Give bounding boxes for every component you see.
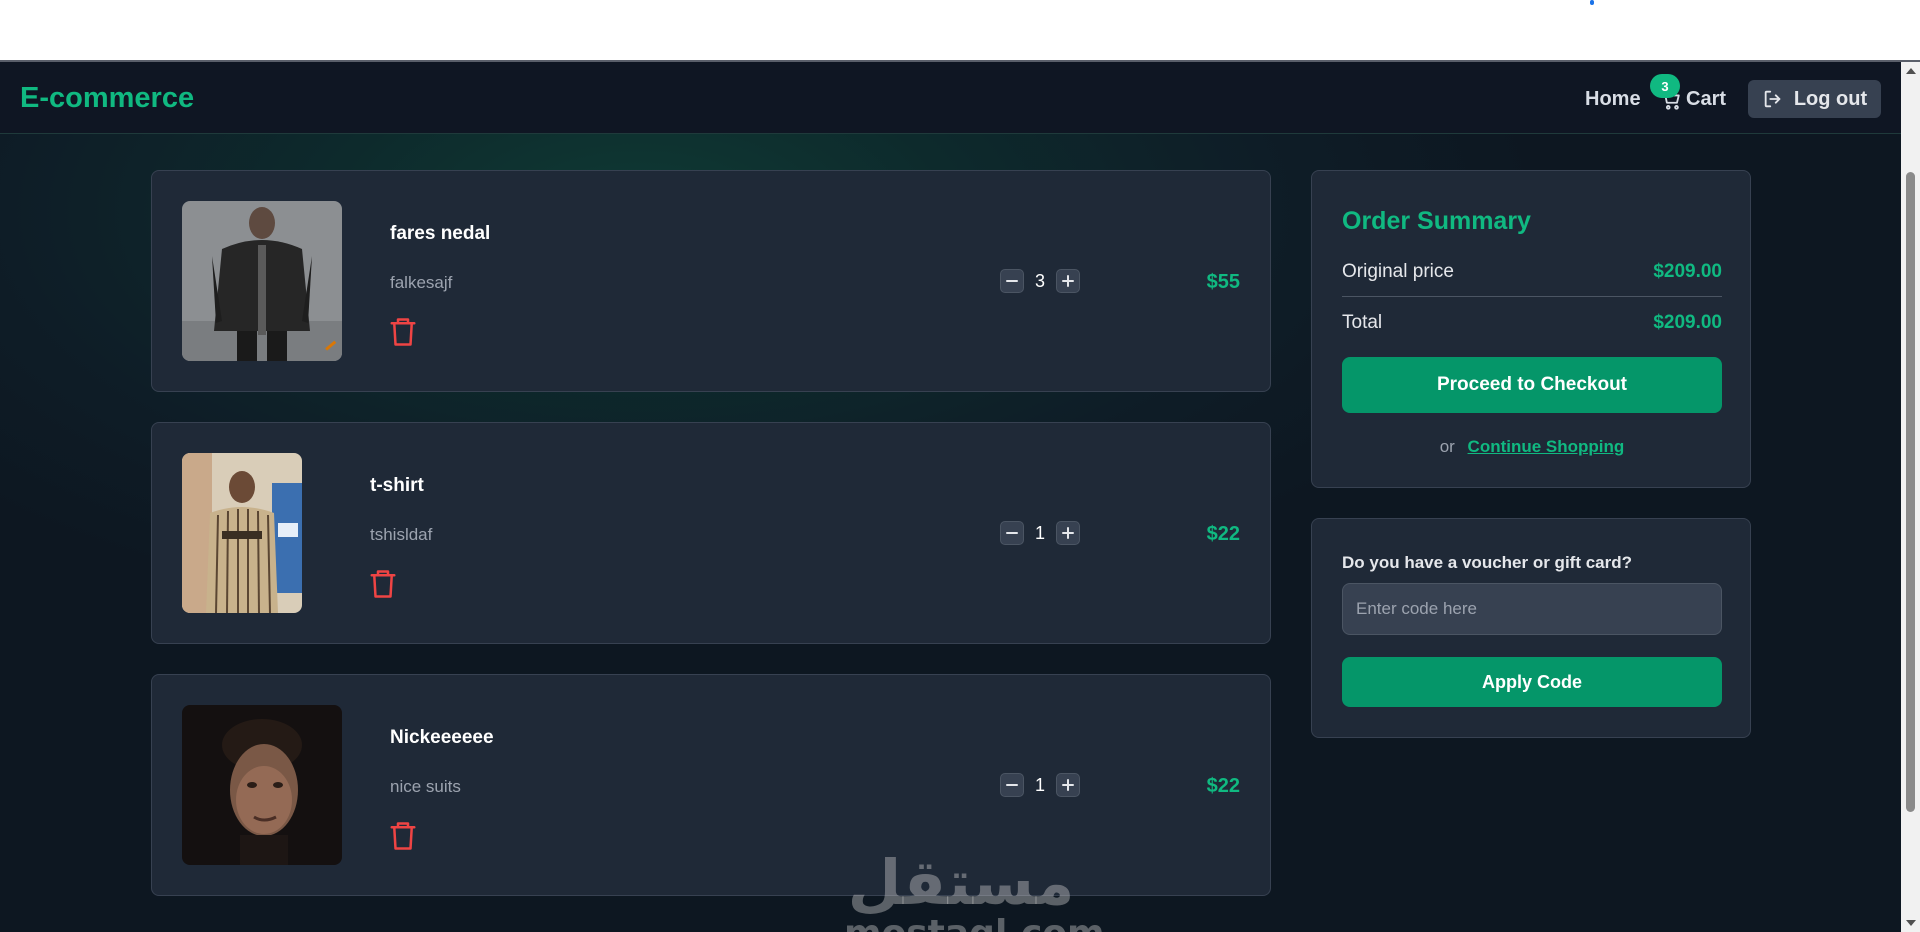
quantity-value: 3	[1034, 270, 1045, 291]
original-price-value: $209.00	[1653, 261, 1722, 282]
or-label: or	[1439, 437, 1455, 456]
item-description: falkesajf	[390, 273, 453, 292]
apply-code-button[interactable]: Apply Code	[1342, 657, 1722, 707]
scroll-thumb[interactable]	[1906, 172, 1915, 812]
brand-logo[interactable]: E-commerce	[20, 82, 194, 115]
watermark-arabic: مستقل	[847, 846, 1075, 919]
product-image	[182, 201, 342, 361]
minus-icon	[1006, 280, 1018, 282]
total-value: $209.00	[1653, 312, 1722, 333]
item-price: $22	[1206, 523, 1240, 545]
app-root: E-commerce Home Cart 3 Log out fares ned…	[0, 62, 1901, 932]
cart-count-badge: 3	[1650, 74, 1680, 98]
plus-icon	[1062, 779, 1074, 791]
vertical-scrollbar[interactable]	[1901, 62, 1920, 932]
summary-divider	[1342, 296, 1722, 297]
navbar: E-commerce Home Cart 3 Log out	[0, 62, 1901, 134]
product-image	[182, 453, 302, 613]
item-description: tshisldaf	[370, 525, 433, 544]
loading-dot	[1590, 0, 1594, 5]
checkout-button[interactable]: Proceed to Checkout	[1342, 357, 1722, 413]
original-price-row: Original price $209.00	[1342, 261, 1722, 283]
browser-top-strip	[0, 0, 1920, 62]
decrease-button[interactable]	[1000, 521, 1024, 545]
item-price: $22	[1206, 775, 1240, 797]
logout-icon	[1764, 90, 1781, 108]
plus-icon	[1062, 527, 1074, 539]
total-label: Total	[1342, 312, 1383, 333]
cart-item: Nickeeeeee nice suits 1 $22	[151, 674, 1271, 896]
original-price-label: Original price	[1342, 261, 1454, 282]
minus-icon	[1006, 532, 1018, 534]
decrease-button[interactable]	[1000, 773, 1024, 797]
continue-shopping-row: or Continue Shopping	[1312, 437, 1752, 457]
item-name: Nickeeeeee	[390, 727, 494, 748]
product-image	[182, 705, 342, 865]
increase-button[interactable]	[1056, 521, 1080, 545]
order-summary-title: Order Summary	[1342, 207, 1531, 235]
cart-item: fares nedal falkesajf 3 $55	[151, 170, 1271, 392]
minus-icon	[1006, 784, 1018, 786]
item-description: nice suits	[390, 777, 461, 796]
continue-shopping-link[interactable]: Continue Shopping	[1468, 437, 1625, 456]
decrease-button[interactable]	[1000, 269, 1024, 293]
total-row: Total $209.00	[1342, 312, 1722, 334]
voucher-label: Do you have a voucher or gift card?	[1342, 553, 1633, 572]
trash-icon[interactable]	[388, 819, 418, 853]
quantity-stepper: 1	[1000, 521, 1080, 545]
item-name: fares nedal	[390, 223, 491, 244]
plus-icon	[1062, 275, 1074, 287]
item-price: $55	[1206, 271, 1240, 293]
mostaql-watermark: مستقل mostaql.com	[844, 846, 1105, 932]
order-summary-card: Order Summary Original price $209.00 Tot…	[1311, 170, 1751, 488]
logout-label: Log out	[1793, 87, 1868, 110]
quantity-stepper: 1	[1000, 773, 1080, 797]
trash-icon[interactable]	[388, 315, 418, 349]
increase-button[interactable]	[1056, 773, 1080, 797]
nav-cart-label: Cart	[1686, 88, 1727, 110]
scroll-down-arrow[interactable]	[1906, 920, 1916, 926]
watermark-latin: mostaql.com	[844, 916, 1105, 932]
nav-home-link[interactable]: Home	[1585, 88, 1641, 111]
logout-button[interactable]: Log out	[1748, 80, 1881, 118]
cart-item: t-shirt tshisldaf 1 $22	[151, 422, 1271, 644]
quantity-value: 1	[1034, 522, 1045, 543]
quantity-stepper: 3	[1000, 269, 1080, 293]
voucher-code-input[interactable]	[1342, 583, 1722, 635]
item-name: t-shirt	[370, 475, 424, 496]
quantity-value: 1	[1034, 774, 1045, 795]
scroll-up-arrow[interactable]	[1906, 68, 1916, 74]
voucher-card: Do you have a voucher or gift card? Appl…	[1311, 518, 1751, 738]
increase-button[interactable]	[1056, 269, 1080, 293]
trash-icon[interactable]	[368, 567, 398, 601]
